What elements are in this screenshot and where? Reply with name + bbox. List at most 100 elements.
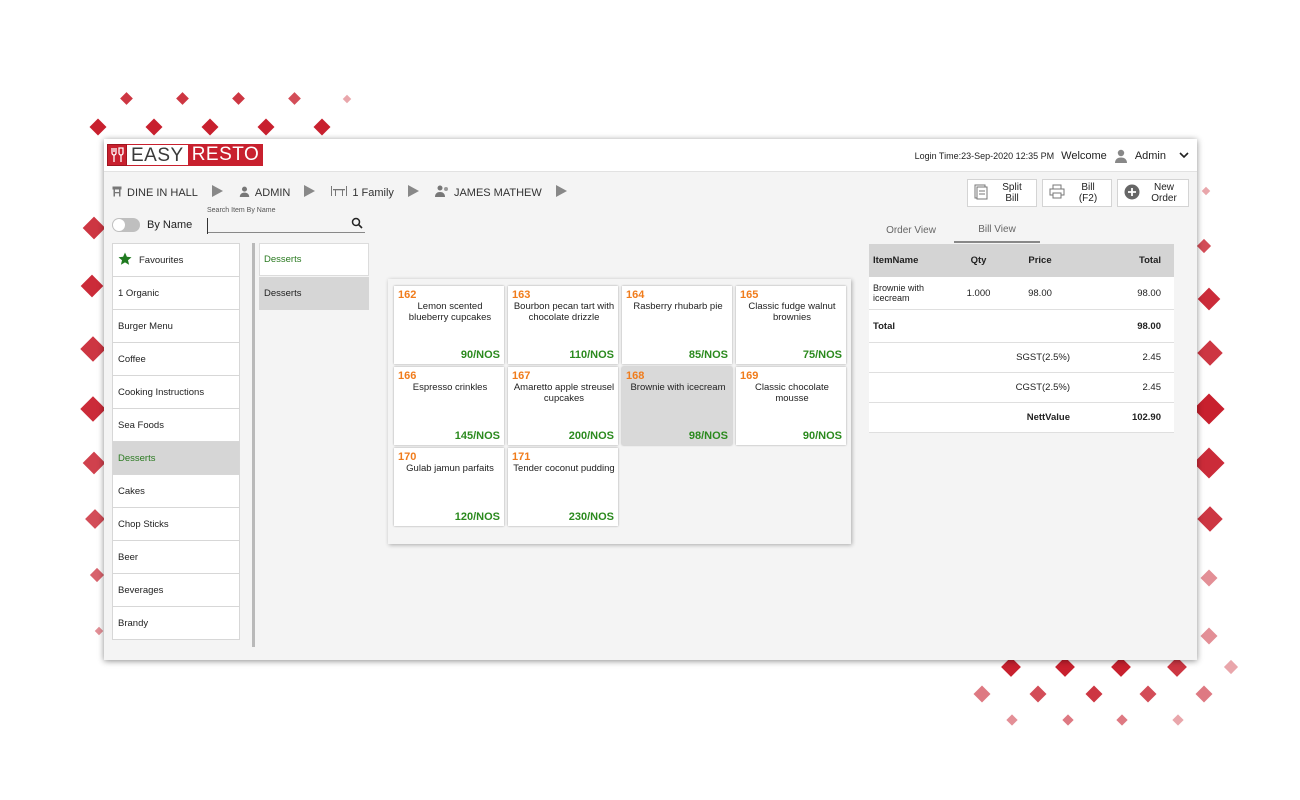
- crumb-staff-label: ADMIN: [254, 186, 291, 199]
- new-order-button[interactable]: New Order: [1117, 179, 1189, 207]
- decorative-diamond: [82, 451, 106, 475]
- category-beer[interactable]: Beer: [112, 540, 240, 574]
- item-tile[interactable]: 169 Classic chocolate mousse 90/NOS: [736, 367, 846, 445]
- category-burger-menu[interactable]: Burger Menu: [112, 309, 240, 343]
- subcategory-item[interactable]: Desserts: [259, 277, 369, 310]
- split-bill-label: Split Bill: [994, 182, 1030, 204]
- decorative-diamond: [80, 336, 106, 362]
- cgst-label: CGST(2.5%): [1015, 382, 1070, 393]
- category-label: Brandy: [118, 617, 149, 629]
- item-name: Espresso crinkles: [412, 382, 488, 393]
- decorative-diamond: [1055, 657, 1075, 677]
- item-tile[interactable]: 163 Bourbon pecan tart with chocolate dr…: [508, 286, 618, 364]
- nett-label: NettValue: [1026, 412, 1070, 423]
- bill-total-row: Total 98.00: [869, 310, 1174, 343]
- header-qty: Qty: [970, 255, 987, 266]
- user-icon: [1114, 149, 1128, 163]
- decorative-diamond: [201, 118, 219, 136]
- split-bill-button[interactable]: Split Bill: [967, 179, 1037, 207]
- total-label: Total: [873, 320, 895, 332]
- bill-item-total: 98.00: [1137, 287, 1161, 299]
- crumb-order-type-label: DINE IN HALL: [127, 186, 198, 199]
- search-input[interactable]: [207, 217, 347, 234]
- subcategory-item[interactable]: Desserts: [259, 243, 369, 276]
- chevron-down-icon[interactable]: [1179, 150, 1189, 162]
- item-tile[interactable]: 162 Lemon scented blueberry cupcakes 90/…: [394, 286, 504, 364]
- category-scrollbar[interactable]: [252, 243, 255, 647]
- sgst-row: SGST(2.5%) 2.45: [869, 343, 1174, 373]
- decorative-diamond: [1193, 393, 1225, 425]
- category-brandy[interactable]: Brandy: [112, 606, 240, 640]
- nett-value: 102.90: [1131, 412, 1161, 423]
- item-tile[interactable]: 171 Tender coconut pudding 230/NOS: [508, 448, 618, 526]
- decorative-diamond: [232, 92, 245, 105]
- decorative-diamond: [1196, 238, 1212, 254]
- item-name: Classic chocolate mousse: [755, 382, 829, 404]
- bill-row[interactable]: Brownie with icecream 1.000 98.00 98.00: [869, 277, 1174, 310]
- item-price: 90/NOS: [460, 349, 500, 361]
- new-order-label: New Order: [1146, 182, 1182, 204]
- by-name-toggle[interactable]: [112, 218, 140, 232]
- item-tile[interactable]: 164 Rasberry rhubarb pie 85/NOS: [622, 286, 732, 364]
- breadcrumb: DINE IN HALL ADMIN 1 Family JAMES MATHEW: [112, 185, 583, 200]
- category-desserts[interactable]: Desserts: [112, 441, 240, 475]
- category-beverages[interactable]: Beverages: [112, 573, 240, 607]
- decorative-diamond: [342, 94, 352, 104]
- decorative-diamond: [1200, 569, 1218, 587]
- toggle-knob: [113, 219, 125, 231]
- decorative-diamond: [1197, 287, 1221, 311]
- decorative-diamond: [288, 92, 301, 105]
- category-cakes[interactable]: Cakes: [112, 474, 240, 508]
- category-cooking-instructions[interactable]: Cooking Instructions: [112, 375, 240, 409]
- decorative-diamond: [145, 118, 163, 136]
- item-tile-selected[interactable]: 168 Brownie with icecream 98/NOS: [622, 367, 732, 445]
- item-tile[interactable]: 165 Classic fudge walnut brownies 75/NOS: [736, 286, 846, 364]
- decorative-diamond: [1139, 685, 1157, 703]
- search-icon[interactable]: [351, 216, 363, 229]
- bill-button[interactable]: Bill (F2): [1042, 179, 1112, 207]
- item-price: 85/NOS: [688, 349, 728, 361]
- item-tile[interactable]: 170 Gulab jamun parfaits 120/NOS: [394, 448, 504, 526]
- login-time: Login Time:23-Sep-2020 12:35 PM: [914, 150, 1055, 161]
- item-tile[interactable]: 166 Espresso crinkles 145/NOS: [394, 367, 504, 445]
- crumb-table[interactable]: 1 Family: [331, 186, 394, 199]
- tab-order-view[interactable]: Order View: [868, 217, 954, 243]
- item-code: 166: [398, 370, 417, 382]
- item-grid: 162 Lemon scented blueberry cupcakes 90/…: [388, 279, 851, 544]
- header-item: ItemName: [873, 255, 919, 266]
- decorative-diamond: [1223, 659, 1239, 675]
- new-order-line2: Order: [1151, 193, 1177, 204]
- bill-item-price: 98.00: [1028, 287, 1052, 299]
- item-name: Gulab jamun parfaits: [406, 463, 494, 474]
- crumb-staff[interactable]: ADMIN: [239, 186, 290, 200]
- crumb-customer-label: JAMES MATHEW: [453, 186, 542, 199]
- bill-item-name: Brownie with icecream: [873, 283, 925, 303]
- decorative-diamond: [1167, 657, 1187, 677]
- category-label: Chop Sticks: [118, 518, 169, 530]
- item-tile[interactable]: 167 Amaretto apple streusel cupcakes 200…: [508, 367, 618, 445]
- tab-bill-view[interactable]: Bill View: [954, 217, 1040, 243]
- category-sea-foods[interactable]: Sea Foods: [112, 408, 240, 442]
- table-icon: [331, 186, 348, 199]
- item-code: 171: [512, 451, 531, 463]
- crumb-order-type[interactable]: DINE IN HALL: [112, 186, 198, 200]
- category-coffee[interactable]: Coffee: [112, 342, 240, 376]
- subcategory-list: Desserts Desserts: [259, 243, 369, 311]
- decorative-diamond: [1085, 685, 1103, 703]
- category-organic[interactable]: 1 Organic: [112, 276, 240, 310]
- category-favourites[interactable]: Favourites: [112, 243, 240, 277]
- printer-icon: [1049, 184, 1065, 202]
- category-label: Sea Foods: [118, 419, 164, 431]
- staff-user-icon: [239, 186, 250, 200]
- item-price: 75/NOS: [802, 349, 842, 361]
- crumb-customer[interactable]: JAMES MATHEW: [434, 185, 542, 200]
- split-bill-line1: Split: [1002, 182, 1022, 193]
- by-name-label: By Name: [147, 219, 193, 231]
- category-list: Favourites 1 Organic Burger Menu Coffee …: [112, 243, 240, 647]
- logo-text-resto: RESTO: [187, 144, 264, 166]
- decorative-diamond: [1201, 186, 1211, 196]
- category-chop-sticks[interactable]: Chop Sticks: [112, 507, 240, 541]
- user-name[interactable]: Admin: [1135, 150, 1166, 162]
- crumb-table-label: 1 Family: [352, 186, 394, 199]
- item-name: Brownie with icecream: [630, 382, 726, 393]
